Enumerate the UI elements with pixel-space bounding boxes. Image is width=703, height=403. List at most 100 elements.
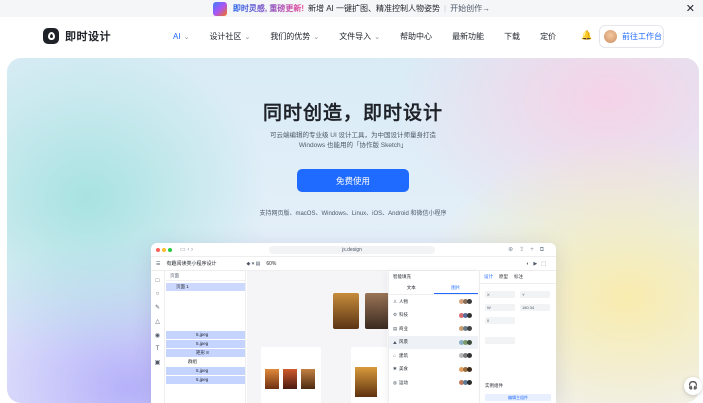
nav-item-community[interactable]: 设计社区 ⌄ — [209, 31, 250, 42]
fill-tool-icon: ◉ — [154, 333, 161, 339]
workspace-button[interactable]: 前往工作台 — [600, 26, 663, 47]
hero-subtitle-line1: 可云端编辑的专业级 UI 设计工具，为中国设计师量身打造 — [269, 132, 437, 139]
layers-panel: 页面 页面 1 5.jpeg 5.jpeg 矩形 8 群组 5.jpeg 5.j… — [166, 271, 246, 403]
zoom-level: 60% — [266, 260, 277, 267]
category-sports[interactable]: ◍ 运动 — [389, 376, 478, 390]
nav-item-new-features[interactable]: 最新功能 — [452, 31, 484, 42]
thumbnail-stack — [459, 380, 472, 385]
panel-tabs: 文本 图片 — [389, 283, 478, 295]
panel-title: 智能填充 — [393, 274, 411, 279]
nav-item-advantages[interactable]: 我们的优势 ⌄ — [270, 31, 319, 42]
props-tabs: 设计 原型 标注 — [480, 271, 556, 284]
nav-label: 文件导入 — [339, 32, 372, 41]
banner-text: 新增 AI 一键扩图、精准控制人物姿势 — [308, 4, 441, 13]
category-business[interactable]: ▤ 商业 — [389, 322, 478, 336]
editor-toolbar: ☰ 有趣阅读类小程序设计 ◆ ▾ ▤ 60% ◐▶⬚ — [151, 257, 556, 271]
category-food[interactable]: ✱ 美食 — [389, 363, 478, 377]
banner-separator: | — [444, 4, 447, 13]
category-label: 风景 — [399, 339, 408, 345]
nav-label: 下载 — [504, 32, 521, 41]
phone-mockup — [261, 347, 321, 403]
tab-text[interactable]: 文本 — [389, 283, 434, 294]
chevron-down-icon: ⌄ — [183, 33, 190, 41]
nav-label: 定价 — [540, 32, 557, 41]
triangle-tool-icon: △ — [155, 319, 160, 325]
thumbnail-stack — [459, 326, 472, 331]
list-item[interactable]: 5.jpeg — [166, 340, 245, 348]
banner-link[interactable]: 开始创作→ — [450, 3, 490, 14]
nav-item-ai[interactable]: AI ⌄ — [173, 31, 189, 42]
nav-item-import[interactable]: 文件导入 ⌄ — [339, 31, 380, 42]
nav-item-download[interactable]: 下载 — [504, 31, 520, 42]
layer-rows: 5.jpeg 5.jpeg 矩形 8 群组 5.jpeg 5.jpeg — [166, 331, 245, 384]
radius-field[interactable] — [485, 337, 515, 344]
pen-tool-icon: ✎ — [154, 305, 161, 311]
book-cover-image — [365, 293, 389, 329]
logo-name: 即时设计 — [65, 31, 111, 43]
category-landscape[interactable]: ⛰ 风景 — [389, 335, 478, 349]
nav-label: 最新功能 — [452, 32, 485, 41]
category-label: 科技 — [399, 312, 408, 318]
chevron-down-icon: ⌄ — [374, 33, 381, 41]
close-icon[interactable]: ✕ — [686, 2, 695, 15]
y-field[interactable]: Y — [520, 291, 550, 298]
chevron-down-icon: ⌄ — [244, 33, 251, 41]
tab-design[interactable]: 设计 — [484, 274, 493, 280]
list-item[interactable]: 5.jpeg — [166, 367, 245, 375]
tab-annotation[interactable]: 标注 — [514, 274, 523, 280]
headset-icon[interactable]: 🎧 — [684, 377, 702, 395]
bell-icon[interactable]: 🔔 — [581, 30, 592, 41]
width-field[interactable]: W — [485, 304, 515, 311]
height-field[interactable]: 180.34 — [520, 304, 550, 311]
selected-page[interactable]: 页面 1 — [166, 283, 245, 291]
x-field[interactable]: X — [485, 291, 515, 298]
platform-support-text: 支持网页版、macOS、Windows、Linux、iOS、Android 和微… — [259, 211, 447, 217]
thumbnail-stack — [459, 339, 472, 345]
browser-actions-icon: ⊕⇪+⧉ — [508, 247, 550, 253]
free-use-button[interactable]: 免费使用 — [297, 169, 409, 192]
window-controls — [156, 247, 174, 252]
thumbnail-stack — [459, 366, 472, 372]
category-tech[interactable]: ⚙ 科技 — [389, 309, 478, 323]
list-item[interactable]: 5.jpeg — [166, 331, 245, 339]
app-preview-window: ▭ ‹ › js.design ⊕⇪+⧉ ☰ 有趣阅读类小程序设计 ◆ ▾ ▤ … — [151, 243, 556, 403]
browser-bar: ▭ ‹ › js.design ⊕⇪+⧉ — [151, 243, 556, 257]
sidebar-toggle-icon: ▭ ‹ › — [180, 247, 193, 253]
hero-section: 同时创造，即时设计 可云端编辑的专业级 UI 设计工具，为中国设计师量身打造 W… — [7, 58, 699, 403]
category-architecture[interactable]: ⌂ 建筑 — [389, 349, 478, 363]
smart-fill-panel: 智能填充 文本 图片 ♙ 人物 ⚙ 科技 ▤ 商业 ⛰ 风景 ⌂ 建筑 ✱ 美食 ◍ 运动 — [388, 271, 478, 403]
hero-subtitle: 可云端编辑的专业级 UI 设计工具，为中国设计师量身打造 Windows 也能用… — [7, 131, 699, 151]
layers-header: 页面 — [166, 271, 245, 281]
category-people[interactable]: ♙ 人物 — [389, 295, 478, 309]
category-label: 人物 — [399, 298, 408, 304]
thumbnail-stack — [459, 312, 472, 318]
nav-label: AI — [173, 32, 181, 41]
image-tool-icon: ▣ — [154, 360, 161, 366]
workspace-label: 前往工作台 — [622, 32, 662, 41]
list-item[interactable]: 5.jpeg — [166, 376, 245, 384]
top-navigation: 即时设计 AI ⌄ 设计社区 ⌄ 我们的优势 ⌄ 文件导入 ⌄ 帮助中心 最新功能 下载… — [0, 17, 703, 59]
list-item[interactable]: 群组 — [166, 358, 245, 366]
nav-item-help[interactable]: 帮助中心 — [400, 31, 432, 42]
tab-prototype[interactable]: 原型 — [499, 274, 508, 280]
menu-icon: ☰ — [156, 260, 161, 267]
book-cover-image — [333, 293, 359, 329]
nav-label: 我们的优势 — [270, 32, 311, 41]
hero-title: 同时创造，即时设计 — [262, 103, 443, 124]
nav-item-pricing[interactable]: 定价 — [540, 31, 556, 42]
logo[interactable]: 即时设计 — [43, 28, 111, 44]
thumbnail-stack — [459, 353, 472, 358]
file-title: 有趣阅读类小程序设计 — [166, 261, 217, 267]
design-canvas[interactable] — [247, 271, 391, 403]
hero-subtitle-line2: Windows 也能用的「协作版 Sketch」 — [298, 142, 408, 149]
list-item[interactable]: 矩形 8 — [166, 349, 245, 357]
avatar — [604, 30, 617, 43]
share-icons: ◐▶⬚ — [526, 261, 550, 267]
tab-image[interactable]: 图片 — [433, 283, 478, 294]
announcement-banner[interactable]: 即时灵感, 重磅更新! 新增 AI 一键扩图、精准控制人物姿势 | 开始创作→ … — [0, 0, 703, 17]
rotation-field[interactable]: 0 — [485, 317, 515, 324]
logo-icon — [43, 28, 59, 44]
banner-highlight: 即时灵感, 重磅更新! — [232, 4, 304, 13]
category-label: 美食 — [399, 366, 408, 372]
main-menu: AI ⌄ 设计社区 ⌄ 我们的优势 ⌄ 文件导入 ⌄ 帮助中心 最新功能 下载 定价 — [173, 31, 576, 42]
